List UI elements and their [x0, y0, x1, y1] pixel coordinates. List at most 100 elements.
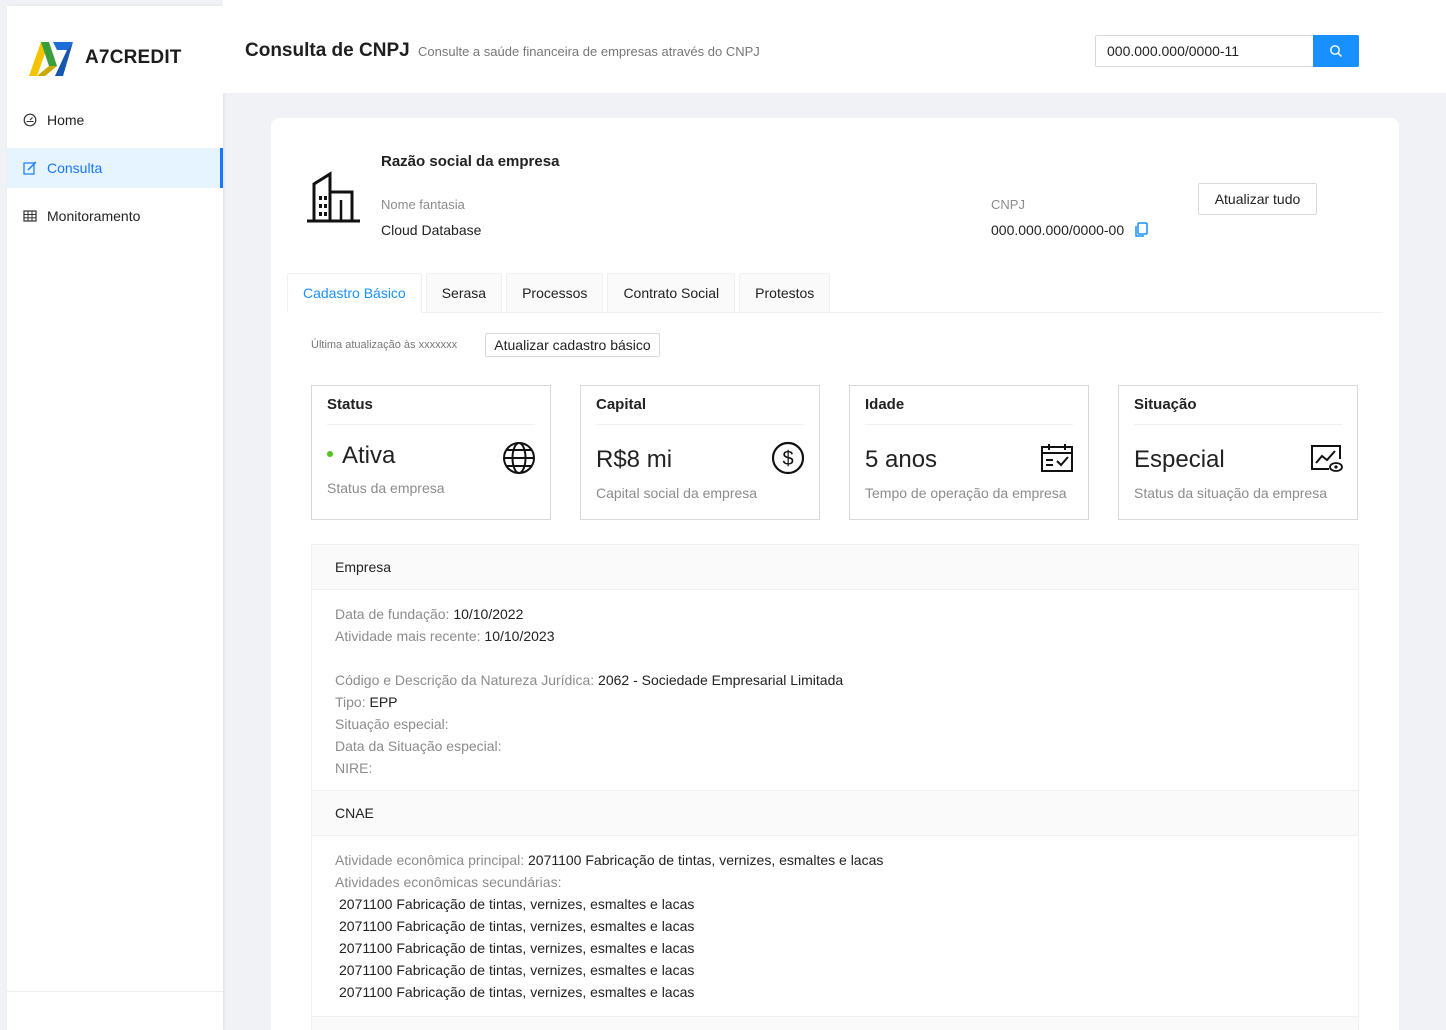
sidebar-item-label: Monitoramento	[47, 208, 141, 224]
atividade-row: Atividade mais recente: 10/10/2023	[335, 625, 1335, 647]
cnpj-search-input[interactable]	[1095, 35, 1313, 67]
stat-desc: Status da empresa	[327, 480, 445, 496]
field-value: 10/10/2023	[484, 628, 555, 644]
header: Consulta de CNPJ Consulte a saúde financ…	[223, 0, 1446, 93]
sidebar-nav: Home Consulta Monitoramento	[7, 100, 223, 244]
page-title: Consulta de CNPJ	[245, 40, 410, 61]
field-value: 10/10/2022	[453, 606, 524, 622]
fundacao-row: Data de fundação: 10/10/2022	[335, 603, 1335, 625]
tab-processos[interactable]: Processos	[506, 273, 604, 313]
dashboard-icon	[23, 113, 37, 127]
globe-icon	[503, 442, 535, 474]
principal-row: Atividade econômica principal: 2071100 F…	[335, 849, 1335, 871]
last-update-text: Última atualização às xxxxxxx	[311, 339, 458, 351]
stat-value: Ativa	[327, 442, 395, 470]
divider	[596, 424, 804, 425]
cnpj-value: 000.000.000/0000-00	[991, 222, 1125, 238]
nire-row: NIRE:	[335, 757, 1335, 779]
sidebar-item-label: Home	[47, 112, 85, 128]
stat-desc: Tempo de operação da empresa	[865, 485, 1067, 501]
update-basic-button[interactable]: Atualizar cadastro básico	[485, 333, 660, 357]
cnpj-search	[1095, 35, 1359, 67]
list-item: 2071100 Fabricação de tintas, vernizes, …	[339, 896, 695, 912]
empresa-section: Empresa Data de fundação: 10/10/2022 Ati…	[311, 544, 1359, 790]
section-heading: Empresa	[312, 544, 1358, 590]
sidebar-item-home[interactable]: Home	[7, 100, 223, 140]
tab-protestos[interactable]: Protestos	[739, 273, 831, 313]
search-button[interactable]	[1313, 35, 1359, 67]
svg-text:$: $	[782, 448, 793, 470]
sidebar: A7CREDIT Home Consulta Monitoramento	[7, 6, 223, 1030]
status-value: Ativa	[342, 442, 396, 469]
next-section-heading	[311, 1016, 1359, 1030]
tab-bar: Cadastro Básico Serasa Processos Contrat…	[287, 273, 1383, 313]
list-item: 2071100 Fabricação de tintas, vernizes, …	[339, 984, 695, 1000]
copy-icon[interactable]	[1135, 222, 1149, 238]
divider	[1134, 424, 1342, 425]
stat-card-status: Status Ativa Status da empresa	[311, 385, 551, 520]
search-icon	[1330, 45, 1343, 58]
status-dot	[327, 450, 333, 457]
calendar-check-icon	[1041, 444, 1073, 472]
stat-title: Status	[327, 396, 373, 413]
update-all-button[interactable]: Atualizar tudo	[1198, 183, 1317, 215]
dollar-circle-icon: $	[771, 441, 805, 475]
section-heading: CNAE	[312, 790, 1358, 836]
field-label: Data da Situação especial:	[335, 738, 502, 754]
field-label: Data de fundação:	[335, 606, 450, 622]
stat-desc: Capital social da empresa	[596, 485, 758, 501]
divider	[865, 424, 1073, 425]
stat-value: R$8 mi	[596, 446, 673, 473]
stat-value: 5 anos	[865, 446, 938, 473]
sidebar-item-label: Consulta	[47, 160, 103, 176]
data-situacao-row: Data da Situação especial:	[335, 735, 1335, 757]
cnpj-label: CNPJ	[991, 197, 1025, 212]
list-item: 2071100 Fabricação de tintas, vernizes, …	[339, 962, 695, 978]
page-subtitle: Consulte a saúde financeira de empresas …	[418, 44, 760, 59]
secundarias-label: Atividades econômicas secundárias:	[335, 874, 562, 890]
field-label: Código e Descrição da Natureza Jurídica:	[335, 672, 595, 688]
field-label: Atividade econômica principal:	[335, 852, 525, 868]
field-label: Tipo:	[335, 694, 366, 710]
situacao-row: Situação especial:	[335, 713, 1335, 735]
field-value: EPP	[369, 694, 398, 710]
brand-name: A7CREDIT	[85, 47, 182, 68]
stat-title: Situação	[1134, 396, 1197, 413]
field-label: Atividade mais recente:	[335, 628, 481, 644]
a7-logo-icon	[29, 42, 73, 76]
stat-title: Capital	[596, 396, 647, 413]
empresa-details: Data de fundação: 10/10/2022 Atividade m…	[312, 590, 1358, 779]
stat-card-capital: Capital R$8 mi Capital social da empresa…	[580, 385, 820, 520]
tab-serasa[interactable]: Serasa	[425, 273, 503, 313]
field-label: Situação especial:	[335, 716, 449, 732]
sidebar-footer-divider	[7, 991, 223, 992]
field-value: 2062 - Sociedade Empresarial Limitada	[598, 672, 844, 688]
stat-card-idade: Idade 5 anos Tempo de operação da empres…	[849, 385, 1089, 520]
tab-contrato-social[interactable]: Contrato Social	[607, 273, 736, 313]
edit-icon	[23, 161, 37, 175]
stat-desc: Status da situação da empresa	[1134, 485, 1328, 501]
company-card: Razão social da empresa Nome fantasia Cl…	[271, 118, 1399, 1030]
razao-social: Razão social da empresa	[381, 153, 560, 170]
cnae-details: Atividade econômica principal: 2071100 F…	[312, 836, 1358, 1003]
list-item: 2071100 Fabricação de tintas, vernizes, …	[339, 918, 695, 934]
stat-value: Especial	[1134, 446, 1225, 473]
sidebar-item-consulta[interactable]: Consulta	[7, 148, 223, 188]
table-icon	[23, 209, 37, 223]
list-item: 2071100 Fabricação de tintas, vernizes, …	[339, 940, 695, 956]
divider	[327, 424, 535, 425]
field-label: NIRE:	[335, 760, 373, 776]
logo[interactable]: A7CREDIT	[27, 36, 182, 80]
tab-cadastro-basico[interactable]: Cadastro Básico	[287, 273, 422, 313]
stat-card-situacao: Situação Especial Status da situação da …	[1118, 385, 1358, 520]
building-icon	[307, 171, 360, 223]
stat-title: Idade	[865, 396, 905, 413]
nome-fantasia-value: Cloud Database	[381, 222, 482, 238]
cnae-section: CNAE Atividade econômica principal: 2071…	[311, 790, 1359, 1016]
nome-fantasia-label: Nome fantasia	[381, 197, 465, 212]
sidebar-item-monitoramento[interactable]: Monitoramento	[7, 196, 223, 236]
chart-eye-icon	[1311, 445, 1343, 472]
tipo-row: Tipo: EPP	[335, 691, 1335, 713]
natureza-row: Código e Descrição da Natureza Jurídica:…	[335, 669, 1335, 691]
field-value: 2071100 Fabricação de tintas, vernizes, …	[528, 852, 884, 868]
